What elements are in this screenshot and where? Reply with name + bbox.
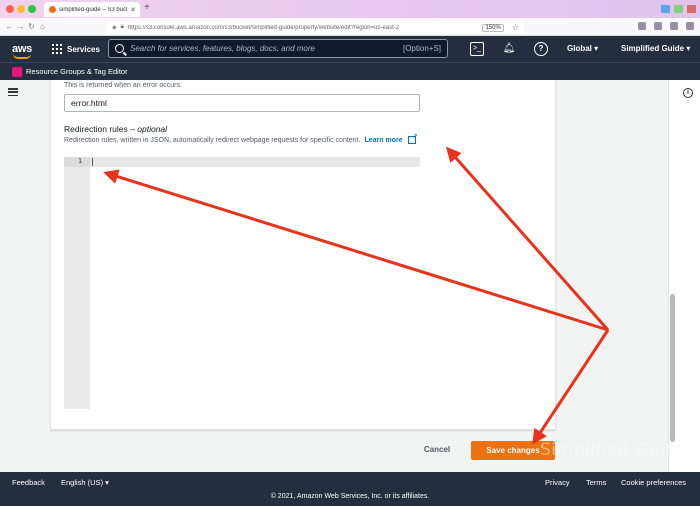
- help-icon[interactable]: ?: [534, 42, 548, 56]
- aws-top-nav: aws Services Search for services, featur…: [0, 36, 700, 62]
- redirection-rules-label: Redirection rules – optional: [64, 124, 168, 134]
- privacy-link[interactable]: Privacy: [545, 478, 570, 487]
- error-document-description: This is returned when an error occurs.: [64, 82, 182, 89]
- search-shortcut: [Option+S]: [402, 44, 441, 53]
- watermark: Simplified Guide: [540, 440, 688, 460]
- url-input[interactable]: ◈ 🔒︎ https://s3.console.aws.amazon.com/s…: [106, 21, 524, 34]
- account-menu[interactable]: Simplified Guide ▾: [621, 44, 690, 53]
- url-text: https://s3.console.aws.amazon.com/s3/buc…: [127, 24, 400, 31]
- info-icon[interactable]: i: [683, 88, 693, 98]
- zoom-level-badge[interactable]: 150%: [482, 23, 504, 32]
- redirection-rules-editor[interactable]: 1: [64, 157, 420, 409]
- feedback-link[interactable]: Feedback: [12, 478, 45, 487]
- cookie-preferences-link[interactable]: Cookie preferences: [621, 478, 686, 487]
- close-window-button[interactable]: [6, 5, 14, 13]
- hamburger-menu-icon[interactable]: [8, 88, 18, 96]
- extension-icon[interactable]: [638, 22, 646, 30]
- back-arrow-icon[interactable]: ←: [4, 22, 15, 31]
- menu-icon[interactable]: [686, 22, 694, 30]
- browser-tab[interactable]: simplified-guide – S3 bucket ✕: [44, 2, 140, 17]
- extension-icon[interactable]: [670, 22, 678, 30]
- aws-logo[interactable]: aws: [12, 43, 34, 59]
- resource-groups-icon: [12, 66, 22, 77]
- tab-title: simplified-guide – S3 bucket: [59, 6, 128, 13]
- aws-smile-icon: [13, 54, 31, 59]
- external-link-icon[interactable]: [407, 132, 418, 144]
- static-website-panel: This is returned when an error occurs. e…: [50, 80, 556, 430]
- language-selector[interactable]: English (US) ▾: [61, 478, 109, 487]
- favorites-bar: Resource Groups & Tag Editor: [0, 62, 700, 80]
- cancel-button[interactable]: Cancel: [414, 441, 460, 459]
- extension-icon[interactable]: [654, 22, 662, 30]
- notifications-bell-icon[interactable]: 🔔︎: [502, 42, 516, 56]
- editor-cursor: [92, 158, 93, 166]
- learn-more-link[interactable]: Learn more: [364, 137, 402, 144]
- extension-icon[interactable]: [687, 5, 696, 13]
- shield-icon: ◈: [112, 25, 117, 31]
- page-footer: Feedback English (US) ▾ Privacy Terms Co…: [0, 472, 700, 506]
- editor-active-line[interactable]: [90, 157, 420, 167]
- lock-icon: 🔒︎: [120, 24, 124, 30]
- editor-gutter: [64, 157, 90, 409]
- minimize-window-button[interactable]: [17, 5, 25, 13]
- close-icon[interactable]: ✕: [130, 6, 136, 14]
- error-document-input[interactable]: error.html: [64, 94, 420, 112]
- resource-groups-link[interactable]: Resource Groups & Tag Editor: [26, 67, 128, 76]
- line-number: 1: [64, 157, 90, 167]
- browser-tab-bar: simplified-guide – S3 bucket ✕ +: [0, 0, 700, 18]
- terms-link[interactable]: Terms: [586, 478, 606, 487]
- cloudshell-icon[interactable]: >_: [470, 42, 484, 56]
- forward-arrow-icon[interactable]: →: [15, 22, 26, 31]
- region-selector[interactable]: Global ▾: [567, 44, 598, 53]
- scrollbar[interactable]: [670, 294, 675, 442]
- browser-address-bar: ← → ↻ ⌂ ◈ 🔒︎ https://s3.console.aws.amaz…: [0, 18, 700, 36]
- extension-icon[interactable]: [661, 5, 670, 13]
- home-icon[interactable]: ⌂: [37, 22, 48, 31]
- search-placeholder: Search for services, features, blogs, do…: [130, 44, 315, 53]
- reload-icon[interactable]: ↻: [26, 22, 37, 31]
- redirection-rules-description: Redirection rules, written in JSON, auto…: [64, 132, 418, 144]
- services-grid-icon[interactable]: [52, 44, 62, 54]
- search-icon: [115, 44, 124, 53]
- copyright-text: © 2021, Amazon Web Services, Inc. or its…: [270, 493, 430, 500]
- services-menu-button[interactable]: Services: [67, 45, 100, 54]
- maximize-window-button[interactable]: [28, 5, 36, 13]
- search-input[interactable]: Search for services, features, blogs, do…: [108, 39, 448, 58]
- new-tab-button[interactable]: +: [144, 2, 150, 13]
- extension-icon[interactable]: [674, 5, 683, 13]
- bookmark-star-icon[interactable]: ☆: [512, 23, 519, 32]
- s3-favicon-icon: [49, 6, 56, 13]
